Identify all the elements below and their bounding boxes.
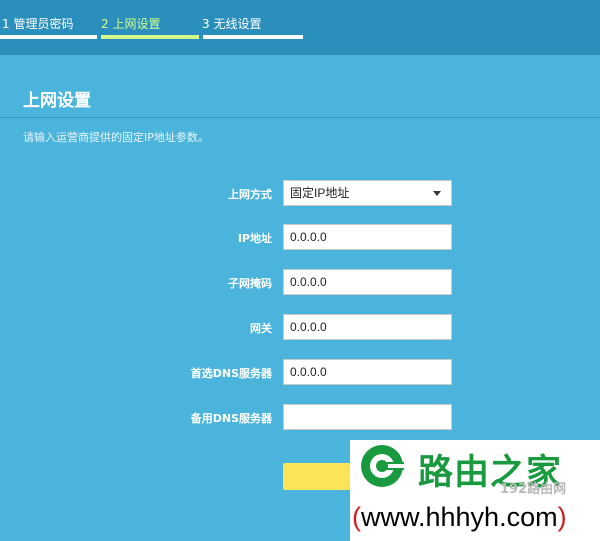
watermark-url: (www.hhhyh.com)	[352, 502, 567, 533]
step-wireless-settings: 3 无线设置	[202, 17, 262, 31]
title-divider	[0, 117, 600, 118]
gateway-label: 网关	[250, 322, 272, 335]
watermark: 路由之家 192路由网 (www.hhhyh.com)	[350, 440, 600, 541]
step-admin-password: 1 管理员密码	[2, 17, 74, 31]
watermark-url-close: )	[557, 502, 567, 532]
step-internet-settings: 2 上网设置	[101, 17, 161, 31]
connection-type-row: 上网方式 固定IP地址	[0, 180, 600, 208]
watermark-url-text: www.hhhyh.com	[361, 502, 558, 532]
step-bar: 1 管理员密码 2 上网设置 3 无线设置	[0, 0, 600, 55]
primary-dns-row: 首选DNS服务器	[0, 359, 600, 387]
subnet-mask-row: 子网掩码	[0, 269, 600, 297]
subnet-mask-label: 子网掩码	[228, 277, 272, 290]
connection-type-value: 固定IP地址	[290, 186, 350, 200]
page-title: 上网设置	[23, 91, 91, 111]
router-home-logo-icon	[361, 445, 404, 487]
secondary-dns-row: 备用DNS服务器	[0, 404, 600, 432]
step-progress-1	[0, 35, 97, 39]
watermark-faint-text: 192路由网	[500, 482, 567, 497]
step-progress-3	[203, 35, 303, 39]
ip-address-row: IP地址	[0, 224, 600, 252]
gateway-row: 网关	[0, 314, 600, 342]
dropdown-arrow-icon	[433, 190, 441, 196]
primary-dns-label: 首选DNS服务器	[190, 367, 272, 380]
subnet-mask-input[interactable]	[283, 269, 452, 295]
primary-dns-input[interactable]	[283, 359, 452, 385]
secondary-dns-input[interactable]	[283, 404, 452, 430]
ip-address-input[interactable]	[283, 224, 452, 250]
secondary-dns-label: 备用DNS服务器	[190, 412, 272, 425]
gateway-input[interactable]	[283, 314, 452, 340]
step-progress-2	[101, 35, 199, 39]
connection-type-label: 上网方式	[228, 188, 272, 201]
watermark-url-open: (	[352, 502, 361, 532]
ip-address-label: IP地址	[237, 232, 272, 245]
connection-type-select[interactable]: 固定IP地址	[283, 180, 452, 206]
instruction-text: 请输入运营商提供的固定IP地址参数。	[23, 131, 209, 144]
